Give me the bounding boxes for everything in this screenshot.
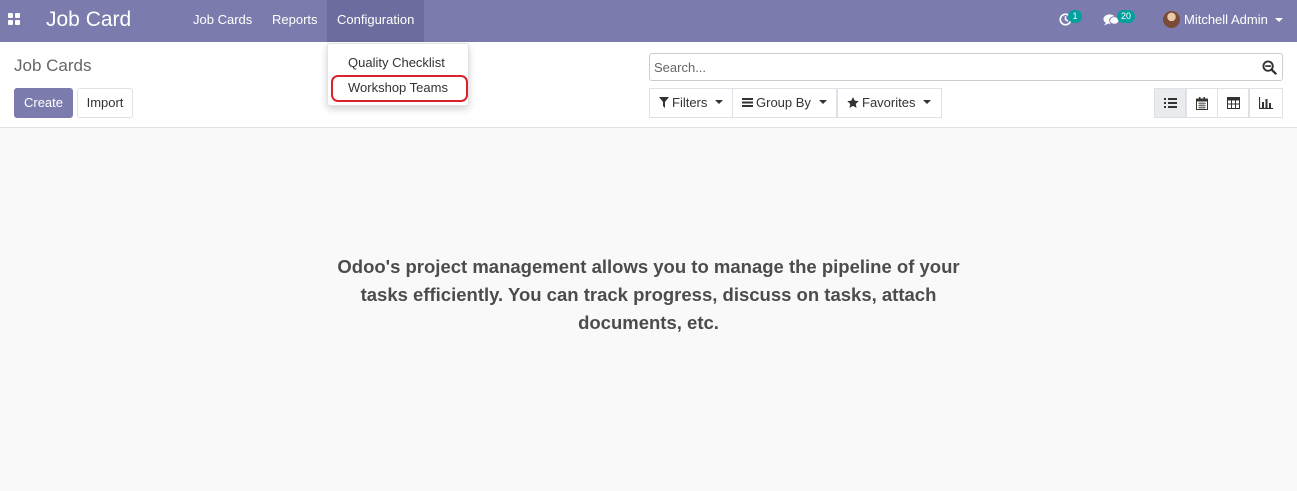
activity-count-badge: 1 (1068, 10, 1082, 23)
apps-menu-icon[interactable] (8, 13, 21, 26)
bars-icon (742, 98, 753, 108)
app-title[interactable]: Job Card (46, 7, 131, 33)
filter-icon (659, 97, 669, 109)
search-box (649, 53, 1283, 81)
control-panel: Job Cards Create Import Filters Group By… (0, 42, 1297, 128)
user-menu[interactable]: Mitchell Admin (1184, 0, 1268, 40)
star-icon (847, 97, 859, 108)
graph-icon (1259, 97, 1273, 109)
configuration-dropdown: Quality Checklist Workshop Teams (327, 43, 469, 106)
group-by-label: Group By (756, 95, 811, 110)
pivot-icon (1227, 97, 1240, 109)
group-by-caret-icon (818, 99, 827, 104)
empty-state-helper: Odoo's project management allows you to … (337, 256, 960, 333)
list-view-button[interactable] (1154, 88, 1186, 118)
pivot-view-button[interactable] (1217, 88, 1249, 118)
user-avatar[interactable] (1163, 11, 1180, 28)
import-button[interactable]: Import (77, 88, 133, 118)
top-navbar: Job Card Job Cards Reports Configuration… (0, 0, 1297, 42)
filters-button[interactable]: Filters (649, 88, 734, 118)
messages-button[interactable]: 20 (1101, 0, 1141, 42)
create-button[interactable]: Create (14, 88, 73, 118)
group-by-button[interactable]: Group By (732, 88, 837, 118)
message-count-badge: 20 (1117, 10, 1136, 23)
list-icon (1164, 98, 1177, 108)
user-caret-icon (1275, 18, 1283, 22)
search-icon[interactable] (1262, 60, 1277, 75)
breadcrumb: Job Cards (14, 56, 92, 75)
filters-label: Filters (672, 95, 708, 110)
menu-configuration[interactable]: Configuration (327, 0, 424, 42)
favorites-button[interactable]: Favorites (837, 88, 942, 118)
search-input[interactable] (654, 57, 1254, 77)
calendar-icon (1196, 97, 1208, 110)
graph-view-button[interactable] (1249, 88, 1283, 118)
menu-reports[interactable]: Reports (262, 0, 328, 42)
menu-job-cards[interactable]: Job Cards (183, 0, 262, 42)
filters-caret-icon (715, 99, 724, 104)
activity-button[interactable]: 1 (1056, 0, 1086, 42)
favorites-label: Favorites (862, 95, 916, 110)
menu-item-workshop-teams[interactable]: Workshop Teams (328, 75, 468, 100)
menu-item-quality-checklist[interactable]: Quality Checklist (328, 50, 468, 75)
favorites-caret-icon (923, 99, 932, 104)
calendar-view-button[interactable] (1186, 88, 1218, 118)
